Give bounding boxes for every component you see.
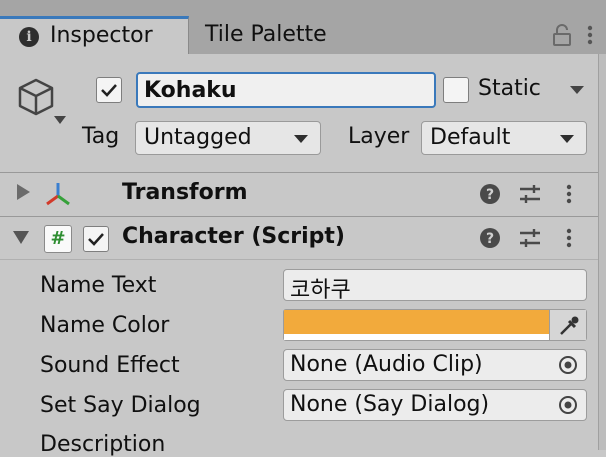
tab-inspector[interactable]: i Inspector xyxy=(0,16,189,54)
set-say-dialog-value: None (Say Dialog) xyxy=(290,392,490,417)
component-enabled-checkbox[interactable] xyxy=(83,226,109,252)
set-say-dialog-field[interactable]: None (Say Dialog) xyxy=(283,389,587,421)
lock-icon[interactable] xyxy=(552,24,572,46)
name-text-field[interactable]: 코하쿠 xyxy=(283,269,587,303)
eyedropper-icon[interactable] xyxy=(549,310,586,340)
presets-icon[interactable] xyxy=(519,184,541,204)
divider xyxy=(0,216,598,217)
tab-inspector-label: Inspector xyxy=(50,23,153,48)
more-icon[interactable] xyxy=(566,184,572,204)
tab-tile-palette[interactable]: Tile Palette xyxy=(190,18,390,54)
layer-label: Layer xyxy=(348,124,410,149)
object-name-input[interactable] xyxy=(138,74,424,106)
layer-value: Default xyxy=(430,125,511,150)
character-script-title[interactable]: Character (Script) xyxy=(122,224,345,249)
divider xyxy=(0,259,598,260)
name-color-label: Name Color xyxy=(40,313,170,338)
tab-tile-palette-label: Tile Palette xyxy=(205,22,327,47)
active-checkbox[interactable] xyxy=(96,77,122,103)
info-icon: i xyxy=(19,27,39,47)
transform-axes-icon xyxy=(44,180,72,208)
kebab-menu-icon[interactable] xyxy=(586,24,594,46)
more-icon[interactable] xyxy=(566,228,572,248)
name-text-label: Name Text xyxy=(40,273,157,298)
object-name-field[interactable] xyxy=(136,72,436,108)
color-swatch[interactable] xyxy=(284,310,550,334)
sound-effect-field[interactable]: None (Audio Clip) xyxy=(283,349,587,381)
cube-icon[interactable] xyxy=(14,74,66,130)
svg-text:?: ? xyxy=(486,187,494,203)
static-checkbox[interactable] xyxy=(443,77,469,103)
name-color-field[interactable] xyxy=(283,309,587,341)
description-label: Description xyxy=(40,432,166,457)
chevron-down-icon xyxy=(294,135,308,143)
tag-value: Untagged xyxy=(144,125,252,150)
chevron-down-icon xyxy=(560,135,574,143)
presets-icon[interactable] xyxy=(519,228,541,248)
static-label: Static xyxy=(478,76,541,101)
character-foldout-icon[interactable] xyxy=(13,231,29,244)
tag-dropdown[interactable]: Untagged xyxy=(135,121,321,155)
set-say-dialog-label: Set Say Dialog xyxy=(40,393,201,418)
script-icon: # xyxy=(44,225,72,253)
sound-effect-value: None (Audio Clip) xyxy=(290,352,483,377)
transform-foldout-icon[interactable] xyxy=(17,184,30,200)
tag-label: Tag xyxy=(82,124,120,149)
svg-text:?: ? xyxy=(486,231,494,247)
layer-dropdown[interactable]: Default xyxy=(421,121,587,155)
help-icon[interactable]: ? xyxy=(480,184,500,204)
help-icon[interactable]: ? xyxy=(480,228,500,248)
object-picker-icon[interactable] xyxy=(550,390,586,420)
divider xyxy=(0,172,598,173)
name-text-value: 코하쿠 xyxy=(290,278,351,303)
transform-title[interactable]: Transform xyxy=(122,180,248,205)
scrollbar[interactable] xyxy=(598,54,606,450)
static-dropdown-arrow-icon[interactable] xyxy=(566,78,588,100)
object-picker-icon[interactable] xyxy=(550,350,586,380)
sound-effect-label: Sound Effect xyxy=(40,353,180,378)
color-alpha-bar xyxy=(284,334,550,340)
